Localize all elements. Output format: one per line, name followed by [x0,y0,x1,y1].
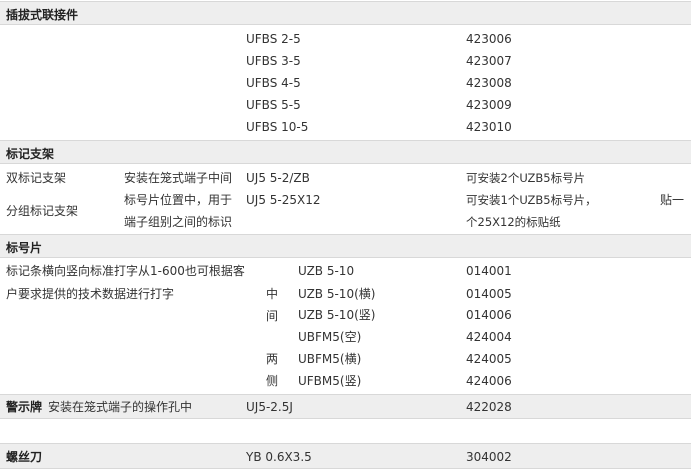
bracket-name: 分组标记支架 [6,204,79,218]
bracket-model: UJ5 5-2/ZB [246,171,310,185]
bracket-note-line: 可安装1个UZB5标号片， [466,193,597,207]
bracket-note-line: 个25X12的标贴纸 [466,215,561,229]
connector-code: 423008 [466,76,512,90]
connector-code: 423009 [466,98,512,112]
bracket-model: UJ5 5-25X12 [246,193,321,207]
strip-model: UZB 5-10(横) [298,287,376,301]
warning-code: 422028 [466,400,512,414]
section-title-marker-strip: 标号片 [6,241,43,255]
warning-title: 警示牌 [6,400,43,414]
connector-code: 423007 [466,54,512,68]
row-screwdriver [0,443,691,469]
strip-code: 014006 [466,308,512,322]
strip-model: UZB 5-10(竖) [298,308,376,322]
strip-code: 424004 [466,330,512,344]
strip-model: UFBM5(竖) [298,374,362,388]
connector-code: 423006 [466,32,512,46]
strip-model: UBFM5(横) [298,352,362,366]
strip-desc-line: 标记条横向竖向标准打字从1-600也可根据客 [6,264,245,278]
bracket-note-extra: 贴一 [660,193,685,207]
warning-model: UJ5-2.5J [246,400,293,414]
connector-model: UFBS 2-5 [246,32,301,46]
bracket-desc-line: 安装在笼式端子中间 [124,171,233,185]
screwdriver-title: 螺丝刀 [6,450,43,464]
section-title-connectors: 插拔式联接件 [6,8,79,22]
connector-code: 423010 [466,120,512,134]
strip-code: 014005 [466,287,512,301]
bracket-note-line: 可安装2个UZB5标号片 [466,171,586,185]
warning-desc: 安装在笼式端子的操作孔中 [48,400,193,414]
strip-model: UZB 5-10 [298,264,355,278]
strip-code: 014001 [466,264,512,278]
section-header-marker-strip [0,234,691,258]
strip-code: 424005 [466,352,512,366]
connector-model: UFBS 10-5 [246,120,309,134]
strip-side-label: 侧 [266,374,279,388]
strip-side-label: 两 [266,352,279,366]
bracket-desc-line: 端子组别之间的标识 [124,215,233,229]
strip-desc-line: 户要求提供的技术数据进行打字 [6,287,175,301]
screwdriver-model: YB 0.6X3.5 [246,450,312,464]
section-header-marker-bracket [0,140,691,164]
screwdriver-code: 304002 [466,450,512,464]
section-header-connectors [0,1,691,25]
strip-side-label: 中 [266,287,279,301]
strip-side-label: 间 [266,309,279,323]
section-title-marker-bracket: 标记支架 [6,147,55,161]
connector-model: UFBS 5-5 [246,98,301,112]
bracket-desc-line: 标号片位置中，用于 [124,193,233,207]
strip-model: UBFM5(空) [298,330,362,344]
bracket-name: 双标记支架 [6,171,67,185]
connector-model: UFBS 4-5 [246,76,301,90]
connector-model: UFBS 3-5 [246,54,301,68]
strip-code: 424006 [466,374,512,388]
